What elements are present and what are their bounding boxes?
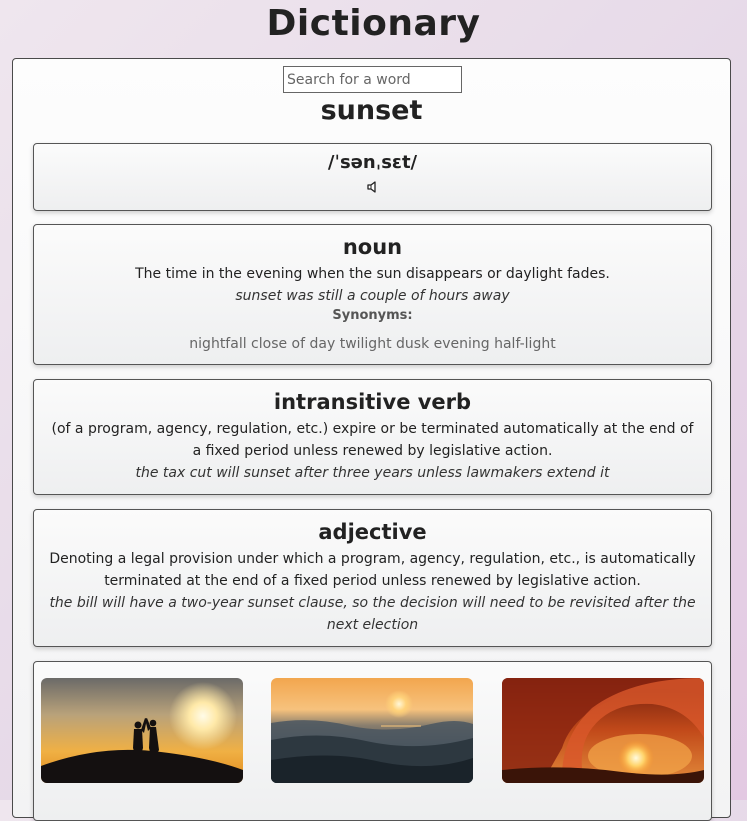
part-of-speech: noun [342, 235, 403, 259]
synonyms-list: nightfall close of day twilight dusk eve… [189, 336, 556, 352]
part-of-speech: adjective [318, 520, 427, 544]
definition-text: The time in the evening when the sun dis… [135, 266, 610, 282]
word-heading: sunset [320, 95, 423, 126]
part-of-speech: intransitive verb [273, 390, 472, 414]
definition-text: (of a program, agency, regulation, etc.)… [51, 421, 694, 459]
phonetic-text: /ˈsənˌsɛt/ [327, 152, 418, 173]
example-text: sunset was still a couple of hours away [235, 288, 510, 304]
example-text: the tax cut will sunset after three year… [135, 465, 610, 481]
phonetic-card: /ˈsənˌsɛt/ [33, 143, 712, 211]
page-title: Dictionary [266, 3, 481, 44]
search-input[interactable] [283, 66, 462, 93]
meaning-card-noun: noun The time in the evening when the su… [33, 224, 712, 365]
images-card [33, 661, 712, 821]
speaker-icon[interactable] [365, 179, 381, 195]
definition-text: Denoting a legal provision under which a… [49, 551, 696, 589]
synonyms-label: Synonyms: [332, 308, 413, 323]
example-text: the bill will have a two-year sunset cla… [49, 595, 696, 633]
dictionary-panel: sunset /ˈsənˌsɛt/ noun The time in the e… [12, 58, 731, 821]
sunset-couple-silhouette-image[interactable] [41, 678, 243, 783]
meaning-card-verb: intransitive verb (of a program, agency,… [33, 379, 712, 495]
sunset-ocean-waves-image[interactable] [271, 678, 473, 783]
meaning-card-adjective: adjective Denoting a legal provision und… [33, 509, 712, 647]
sunset-wave-barrel-image[interactable] [502, 678, 704, 783]
